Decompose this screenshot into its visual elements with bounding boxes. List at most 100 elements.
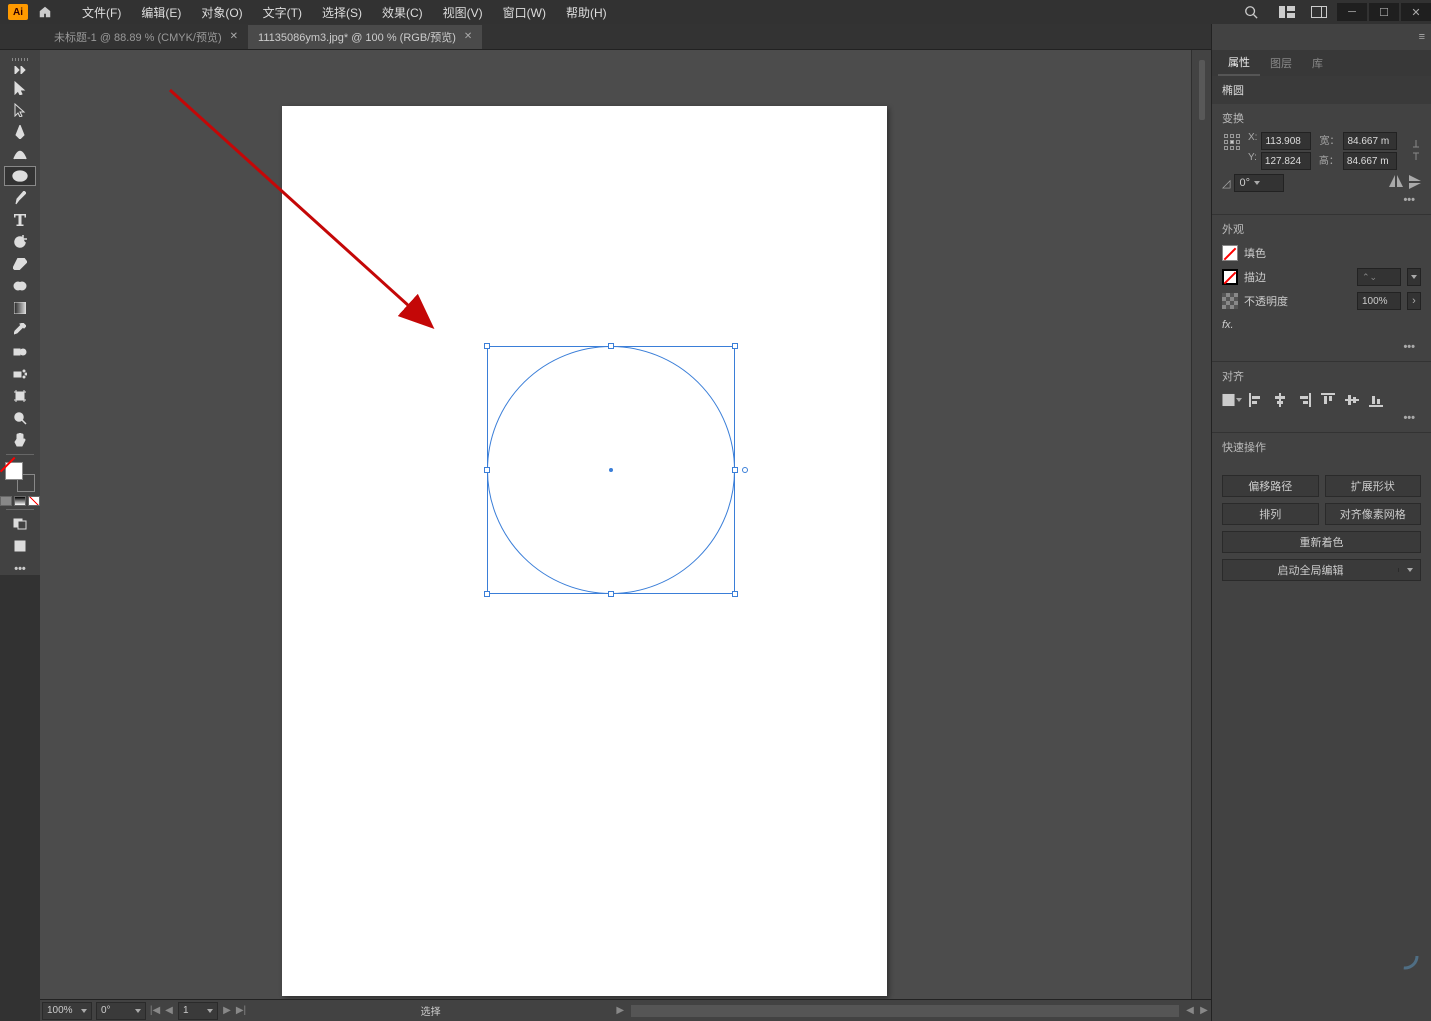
global-edit-button[interactable]: 启动全局编辑 bbox=[1222, 559, 1421, 581]
selection-bounding-box[interactable] bbox=[487, 346, 735, 594]
stroke-weight-dropdown[interactable] bbox=[1407, 268, 1421, 286]
first-artboard-icon[interactable]: |◀ bbox=[148, 1003, 162, 1019]
handle-se[interactable] bbox=[732, 591, 738, 597]
tab-layers[interactable]: 图层 bbox=[1260, 51, 1302, 75]
type-tool[interactable] bbox=[4, 210, 36, 230]
window-close[interactable]: ✕ bbox=[1401, 3, 1431, 21]
flip-vertical-icon[interactable] bbox=[1409, 175, 1421, 192]
expand-shape-button[interactable]: 扩展形状 bbox=[1325, 475, 1422, 497]
draw-mode-icon[interactable] bbox=[4, 514, 36, 534]
window-minimize[interactable]: ─ bbox=[1337, 3, 1367, 21]
window-maximize[interactable]: ☐ bbox=[1369, 3, 1399, 21]
eraser-tool[interactable] bbox=[4, 254, 36, 274]
height-input[interactable] bbox=[1343, 152, 1397, 170]
handle-nw[interactable] bbox=[484, 343, 490, 349]
stroke-swatch[interactable] bbox=[1222, 269, 1238, 285]
menu-effect[interactable]: 效果(C) bbox=[372, 4, 433, 21]
link-wh-icon[interactable] bbox=[1411, 138, 1421, 165]
workspace-switcher-icon[interactable] bbox=[1307, 3, 1331, 21]
scroll-right-icon[interactable]: ▶ bbox=[1197, 1003, 1211, 1019]
align-left-icon[interactable] bbox=[1246, 390, 1266, 410]
pie-handle[interactable] bbox=[742, 467, 748, 473]
y-input[interactable] bbox=[1261, 152, 1311, 170]
recolor-button[interactable]: 重新着色 bbox=[1222, 531, 1421, 553]
rotate-tool[interactable] bbox=[4, 232, 36, 252]
stroke-weight-input[interactable]: ⌃⌄ bbox=[1357, 268, 1401, 286]
menu-type[interactable]: 文字(T) bbox=[253, 4, 312, 21]
handle-e[interactable] bbox=[732, 467, 738, 473]
symbol-sprayer-tool[interactable] bbox=[4, 364, 36, 384]
align-pixel-grid-button[interactable]: 对齐像素网格 bbox=[1325, 503, 1422, 525]
pen-tool[interactable] bbox=[4, 122, 36, 142]
next-artboard-icon[interactable]: ▶ bbox=[220, 1003, 234, 1019]
edit-toolbar-icon[interactable]: ••• bbox=[14, 563, 26, 575]
blend-tool[interactable] bbox=[4, 342, 36, 362]
scrollbar-horizontal[interactable] bbox=[631, 1005, 1179, 1017]
align-to-dropdown[interactable] bbox=[1222, 390, 1242, 410]
gradient-tool[interactable] bbox=[4, 298, 36, 318]
last-artboard-icon[interactable]: ▶| bbox=[234, 1003, 248, 1019]
menu-select[interactable]: 选择(S) bbox=[312, 4, 372, 21]
tab-doc-1[interactable]: 未标题-1 @ 88.89 % (CMYK/预览) ✕ bbox=[44, 25, 248, 49]
paintbrush-tool[interactable] bbox=[4, 188, 36, 208]
scroll-left-icon[interactable]: ◀ bbox=[1183, 1003, 1197, 1019]
more-options-icon[interactable]: ••• bbox=[1222, 410, 1421, 426]
flip-horizontal-icon[interactable] bbox=[1389, 175, 1403, 192]
close-icon[interactable]: ✕ bbox=[230, 31, 238, 42]
align-hcenter-icon[interactable] bbox=[1270, 390, 1290, 410]
prev-artboard-icon[interactable]: ◀ bbox=[162, 1003, 176, 1019]
more-options-icon[interactable]: ••• bbox=[1222, 339, 1421, 355]
panel-grip[interactable] bbox=[6, 58, 34, 61]
fx-label[interactable]: fx. bbox=[1222, 319, 1234, 331]
canvas-area[interactable] bbox=[40, 50, 1211, 999]
artboard-tool[interactable] bbox=[4, 386, 36, 406]
menu-object[interactable]: 对象(O) bbox=[191, 4, 252, 21]
color-mode-solid[interactable] bbox=[0, 496, 12, 506]
handle-ne[interactable] bbox=[732, 343, 738, 349]
align-right-icon[interactable] bbox=[1294, 390, 1314, 410]
panel-menu-icon[interactable]: ≡ bbox=[1419, 31, 1425, 43]
rotate-view-field[interactable]: 0° bbox=[96, 1002, 146, 1020]
artboard[interactable] bbox=[282, 106, 887, 996]
handle-w[interactable] bbox=[484, 467, 490, 473]
opacity-input[interactable]: 100% bbox=[1357, 292, 1401, 310]
menu-file[interactable]: 文件(F) bbox=[72, 4, 131, 21]
shape-builder-tool[interactable] bbox=[4, 276, 36, 296]
handle-s[interactable] bbox=[608, 591, 614, 597]
fill-swatch[interactable] bbox=[1222, 245, 1238, 261]
artboard-nav-field[interactable]: 1 bbox=[178, 1002, 218, 1020]
direct-selection-tool[interactable] bbox=[4, 100, 36, 120]
more-options-icon[interactable]: ••• bbox=[1222, 192, 1421, 208]
chevron-down-icon[interactable] bbox=[1398, 568, 1420, 572]
status-menu-icon[interactable]: ▶ bbox=[613, 1003, 627, 1019]
align-bottom-icon[interactable] bbox=[1366, 390, 1386, 410]
tab-doc-2[interactable]: 11135086ym3.jpg* @ 100 % (RGB/预览) ✕ bbox=[248, 25, 482, 49]
color-mode-none[interactable] bbox=[28, 496, 40, 506]
home-icon[interactable] bbox=[36, 3, 54, 21]
handle-n[interactable] bbox=[608, 343, 614, 349]
arrange-button[interactable]: 排列 bbox=[1222, 503, 1319, 525]
collapsed-panel-handle[interactable] bbox=[1199, 60, 1205, 120]
menu-help[interactable]: 帮助(H) bbox=[556, 4, 617, 21]
zoom-level-field[interactable]: 100% bbox=[42, 1002, 92, 1020]
offset-path-button[interactable]: 偏移路径 bbox=[1222, 475, 1319, 497]
search-icon[interactable] bbox=[1241, 2, 1261, 22]
align-top-icon[interactable] bbox=[1318, 390, 1338, 410]
fill-stroke-swatch[interactable] bbox=[5, 462, 35, 492]
menu-edit[interactable]: 编辑(E) bbox=[131, 4, 191, 21]
screen-mode-icon[interactable] bbox=[4, 536, 36, 556]
opacity-dropdown[interactable]: › bbox=[1407, 292, 1421, 310]
hand-tool[interactable] bbox=[4, 430, 36, 450]
rotate-input[interactable]: 0° bbox=[1234, 174, 1284, 192]
eyedropper-tool[interactable] bbox=[4, 320, 36, 340]
tab-properties[interactable]: 属性 bbox=[1218, 50, 1260, 76]
selection-tool[interactable] bbox=[4, 78, 36, 98]
reference-point-selector[interactable] bbox=[1222, 132, 1242, 152]
tab-libraries[interactable]: 库 bbox=[1302, 51, 1333, 75]
close-icon[interactable]: ✕ bbox=[464, 31, 472, 42]
arrange-documents-icon[interactable] bbox=[1275, 3, 1299, 21]
menu-window[interactable]: 窗口(W) bbox=[493, 4, 556, 21]
toolbar-chevrons-icon[interactable] bbox=[4, 64, 36, 76]
menu-view[interactable]: 视图(V) bbox=[433, 4, 493, 21]
width-input[interactable] bbox=[1343, 132, 1397, 150]
